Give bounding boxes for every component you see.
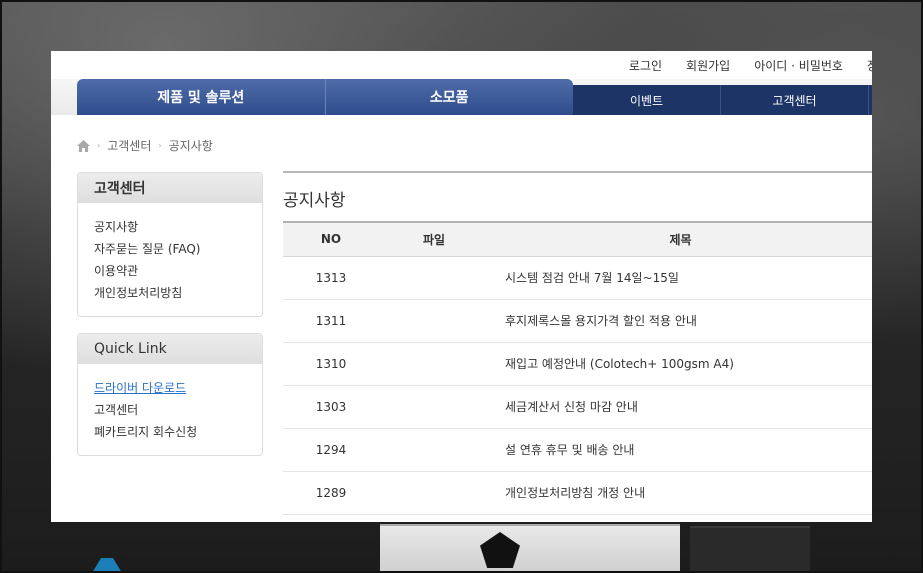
nav-supplies[interactable]: 소모품	[326, 79, 574, 115]
nav-events[interactable]: 이벤트	[573, 85, 721, 115]
row-number: 1289	[283, 471, 379, 515]
table-row[interactable]: 1303 세금계산서 신청 마감 안내	[283, 385, 872, 429]
row-file	[379, 299, 489, 343]
nav-customer-center[interactable]: 고객센터	[721, 85, 869, 115]
support-menu-title: 고객센터	[78, 173, 262, 203]
table-row[interactable]: 1310 재입고 예정안내 (Colotech+ 100gsm A4)	[283, 342, 872, 386]
row-title-link[interactable]: 시스템 점검 안내 7월 14일~15일	[489, 256, 872, 300]
row-file	[379, 471, 489, 515]
support-menu-box: 고객센터 공지사항 자주묻는 질문 (FAQ) 이용약관 개인정보처리방침	[77, 172, 263, 317]
row-file	[379, 385, 489, 429]
printer-panel	[380, 524, 680, 573]
notice-content: 공지사항 NO 파일 제목 1313 시스템 점검 안내 7월 14일~15일 …	[283, 171, 872, 515]
table-header-row: NO 파일 제목	[283, 222, 872, 256]
table-row[interactable]: 1311 후지제록스몰 용지가격 할인 적용 안내	[283, 299, 872, 343]
login-link[interactable]: 로그인	[629, 57, 662, 74]
column-header-no: NO	[320, 232, 342, 247]
breadcrumb-notice[interactable]: 공지사항	[169, 137, 213, 154]
main-nav: 제품 및 솔루션 소모품	[77, 79, 573, 115]
page-title: 공지사항	[283, 171, 872, 221]
row-file	[379, 342, 489, 386]
quick-link-list: 드라이버 다운로드 고객센터 폐카트리지 회수신청	[78, 364, 262, 455]
cart-link[interactable]: 장	[867, 57, 872, 74]
sidebar-item-privacy[interactable]: 개인정보처리방침	[94, 282, 246, 304]
signup-link[interactable]: 회원가입	[686, 57, 730, 74]
column-header-file: 파일	[422, 232, 446, 247]
quick-link-cartridge-return[interactable]: 폐카트리지 회수신청	[94, 421, 246, 443]
row-title-link[interactable]: 개인정보처리방침 개정 안내	[489, 471, 872, 515]
row-number: 1311	[283, 299, 379, 343]
row-file	[379, 256, 489, 300]
find-id-password-link[interactable]: 아이디 · 비밀번호	[754, 57, 843, 74]
chevron-right-icon: ›	[97, 141, 101, 150]
quick-link-customer-center[interactable]: 고객센터	[94, 399, 246, 421]
chevron-right-icon: ›	[158, 141, 162, 150]
home-icon[interactable]	[77, 139, 90, 152]
sidebar-item-terms[interactable]: 이용약관	[94, 260, 246, 282]
quick-link-title: Quick Link	[78, 334, 262, 364]
row-title-link[interactable]: 재입고 예정안내 (Colotech+ 100gsm A4)	[489, 342, 872, 386]
global-nav: 제품 및 솔루션 소모품 이벤트 고객센터	[51, 79, 872, 115]
table-row[interactable]: 1313 시스템 점검 안내 7월 14일~15일	[283, 256, 872, 300]
utility-nav: 로그인 회원가입 아이디 · 비밀번호 장	[629, 51, 872, 79]
row-number: 1310	[283, 342, 379, 386]
row-number: 1294	[283, 428, 379, 472]
row-number: 1313	[283, 256, 379, 300]
table-row[interactable]: 1294 설 연휴 휴무 및 배송 안내	[283, 428, 872, 472]
sub-nav: 이벤트 고객센터	[573, 85, 872, 115]
website-panel: 로그인 회원가입 아이디 · 비밀번호 장 제품 및 솔루션 소모품 이벤트 고…	[51, 51, 872, 522]
quick-link-box: Quick Link 드라이버 다운로드 고객센터 폐카트리지 회수신청	[77, 333, 263, 456]
column-header-title: 제목	[669, 232, 692, 247]
breadcrumb-customer-center[interactable]: 고객센터	[107, 137, 151, 154]
table-row[interactable]: 1289 개인정보처리방침 개정 안내	[283, 471, 872, 515]
row-title-link[interactable]: 설 연휴 휴무 및 배송 안내	[489, 428, 872, 472]
row-title-link[interactable]: 후지제록스몰 용지가격 할인 적용 안내	[489, 299, 872, 343]
nav-products-solutions[interactable]: 제품 및 솔루션	[77, 79, 326, 115]
row-title-link[interactable]: 세금계산서 신청 마감 안내	[489, 385, 872, 429]
row-file	[379, 428, 489, 472]
printer-body	[690, 526, 810, 573]
sidebar-item-notice[interactable]: 공지사항	[94, 216, 246, 238]
support-menu-list: 공지사항 자주묻는 질문 (FAQ) 이용약관 개인정보처리방침	[78, 203, 262, 316]
sidebar-item-faq[interactable]: 자주묻는 질문 (FAQ)	[94, 238, 246, 260]
quick-link-driver-download[interactable]: 드라이버 다운로드	[94, 377, 246, 399]
breadcrumb: › 고객센터 › 공지사항	[77, 137, 213, 154]
row-number: 1303	[283, 385, 379, 429]
notice-table: NO 파일 제목 1313 시스템 점검 안내 7월 14일~15일 1311 …	[283, 221, 872, 515]
